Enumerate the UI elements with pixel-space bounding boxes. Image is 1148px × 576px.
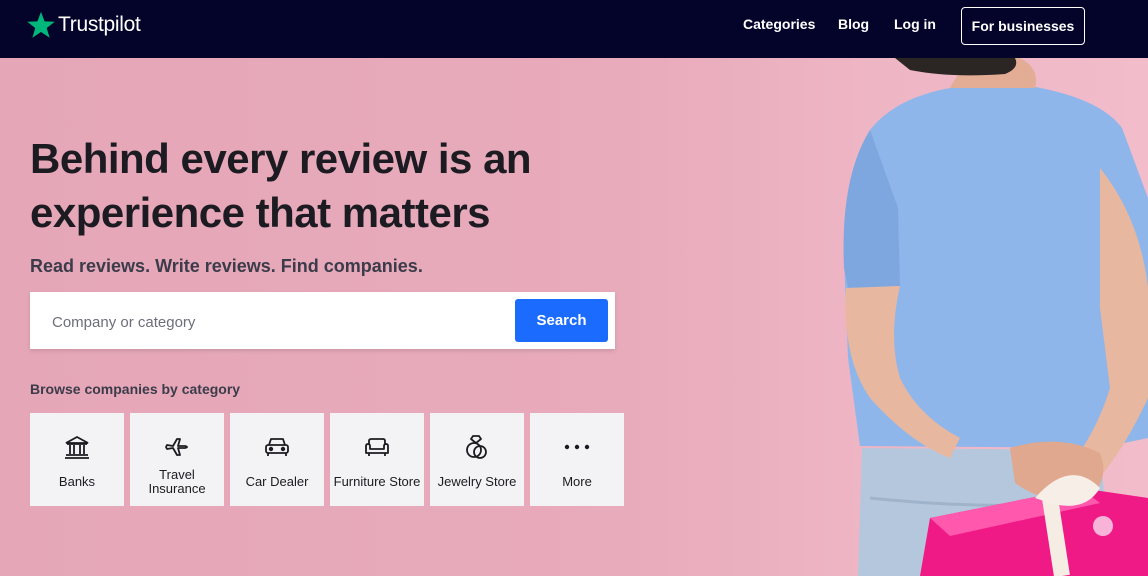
category-label: Car Dealer [245,474,309,489]
category-more[interactable]: More [530,413,624,506]
top-nav: Trustpilot Categories Blog Log in For bu… [0,0,1148,58]
trustpilot-logo[interactable]: Trustpilot [26,10,141,40]
category-label: Banks [58,474,96,489]
category-furniture-store[interactable]: Furniture Store [330,413,424,506]
category-list: Banks Travel Insurance Car Dealer Furnit… [30,413,624,506]
hero-person-illustration [843,58,1148,576]
car-icon [265,438,289,456]
category-travel-insurance[interactable]: Travel Insurance [130,413,224,506]
nav-link-categories[interactable]: Categories [743,16,815,32]
category-label: Travel Insurance [148,467,206,496]
airplane-icon [165,438,188,456]
nav-link-blog[interactable]: Blog [838,16,869,32]
category-label: Jewelry Store [437,474,517,489]
search-input[interactable] [50,306,514,338]
hero-subheading: Read reviews. Write reviews. Find compan… [30,256,423,276]
ring-icon [466,435,487,459]
category-banks[interactable]: Banks [30,413,124,506]
for-businesses-button[interactable]: For businesses [961,7,1085,45]
headline-line-2: experience that matters [30,189,491,236]
hero-headline: Behind every review is an experience tha… [30,132,650,240]
category-label: More [562,474,592,489]
category-car-dealer[interactable]: Car Dealer [230,413,324,506]
brand-name: Trustpilot [58,13,141,36]
bank-icon [65,435,89,459]
headline-line-1: Behind every review is an [30,135,532,182]
category-jewelry-store[interactable]: Jewelry Store [430,413,524,506]
star-logo-icon [27,11,55,38]
more-dots-icon [564,444,590,450]
category-label: Furniture Store [333,474,421,489]
search-button[interactable]: Search [515,299,608,342]
browse-categories-title: Browse companies by category [30,381,241,397]
nav-link-login[interactable]: Log in [894,16,936,32]
search-bar: Search [30,292,615,349]
sofa-icon [365,438,389,456]
